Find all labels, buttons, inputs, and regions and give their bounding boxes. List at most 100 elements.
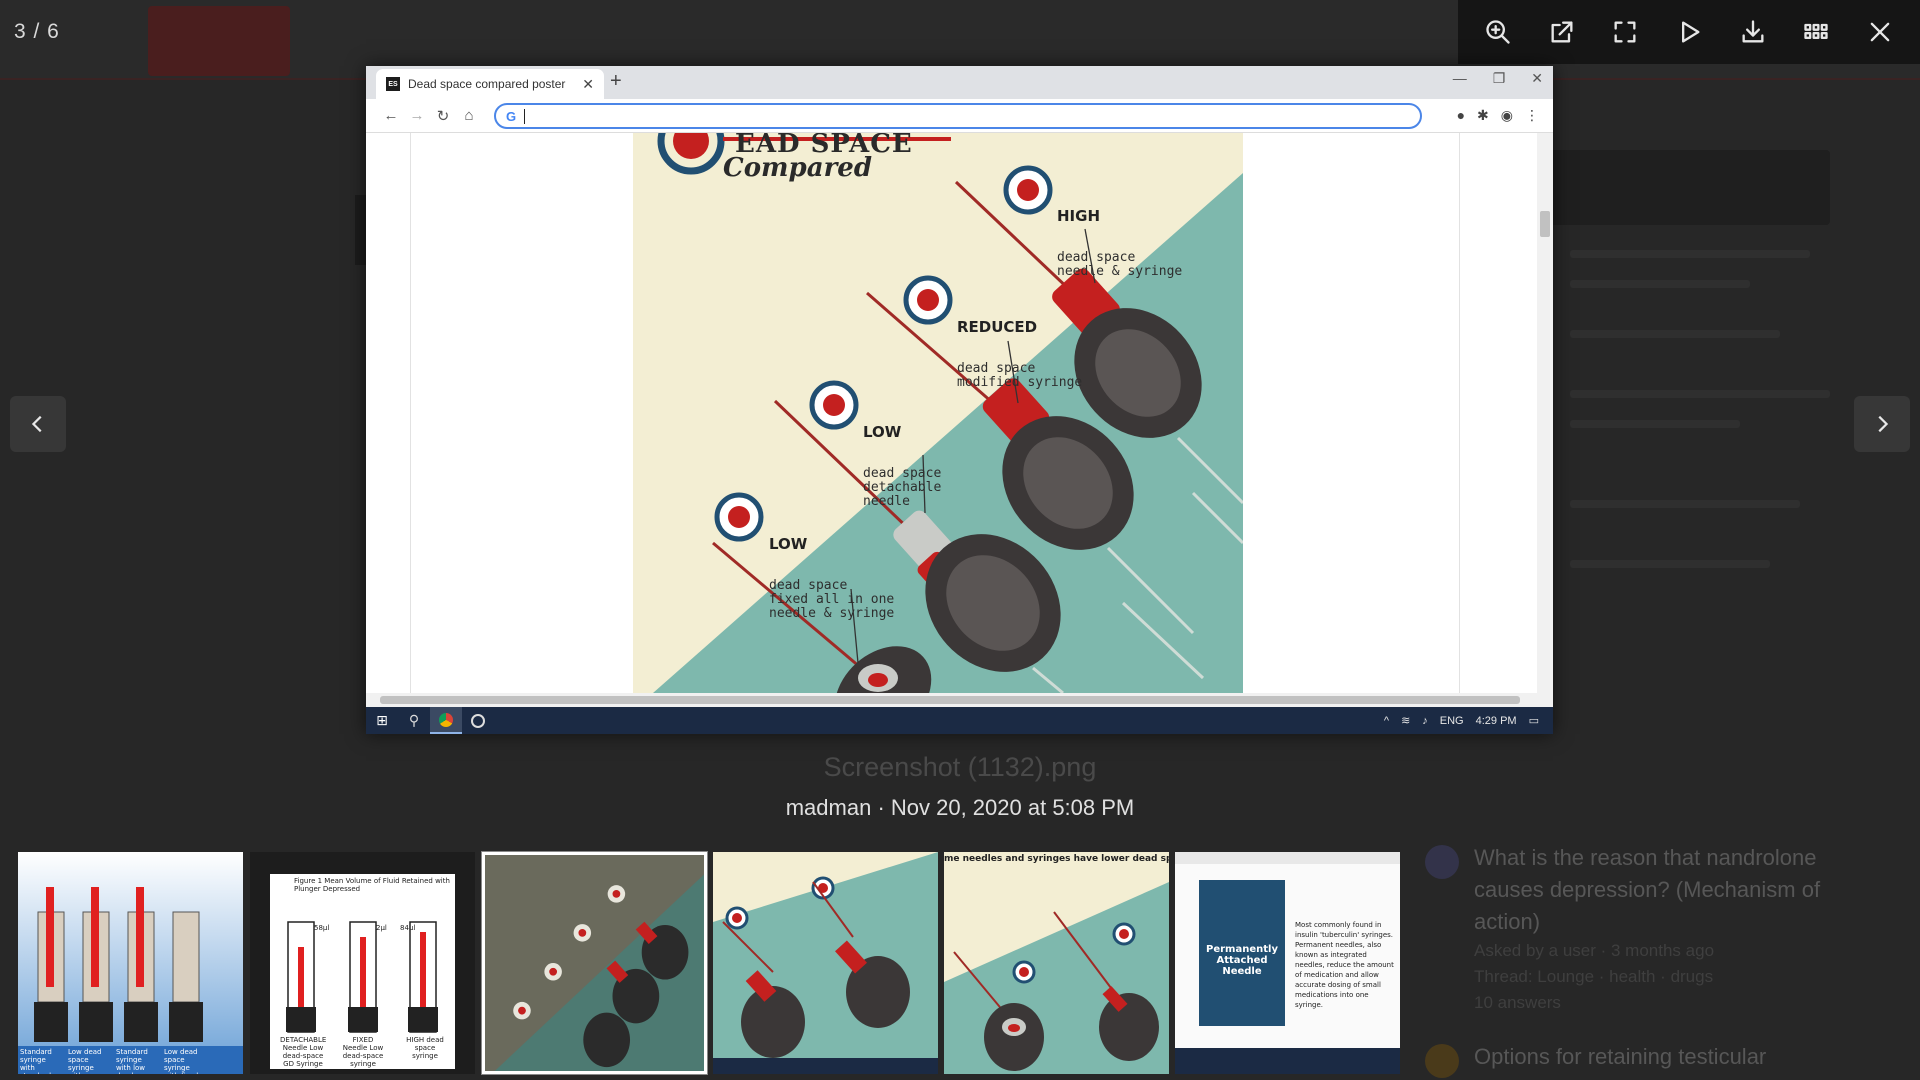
clock: 4:29 PM xyxy=(1475,714,1517,727)
image-counter: 3 / 6 xyxy=(14,20,60,43)
browser-extensions: ● ✱ ◉ ⋮ xyxy=(1457,107,1539,124)
address-input xyxy=(524,108,1405,124)
target-low-detachable xyxy=(809,380,859,430)
background-line xyxy=(1570,330,1780,338)
thumbnail-3[interactable] xyxy=(482,852,707,1074)
background-red-button xyxy=(148,6,290,76)
puzzle-icon: ✱ xyxy=(1477,107,1489,123)
close-icon xyxy=(1870,22,1890,42)
windows-taskbar: ⊞ ⚲ ^ ≋ ♪ ENG 4:29 PM ▭ xyxy=(366,707,1553,734)
zoom-in-icon xyxy=(1486,20,1510,44)
background-line xyxy=(1570,280,1750,288)
thumbnail-4[interactable] xyxy=(713,852,938,1074)
external-link-icon xyxy=(1551,21,1573,43)
thumbnail-label: Low dead space syringe with standard nee… xyxy=(68,1048,102,1074)
thumbnail-6[interactable]: Permanently Attached Needle Most commonl… xyxy=(1175,852,1400,1074)
fullscreen-icon xyxy=(1614,21,1636,43)
thumbnail-strip: Standard syringe with standard needle Lo… xyxy=(0,848,1420,1080)
notifications-icon: ▭ xyxy=(1528,715,1539,727)
windows-start-icon: ⊞ xyxy=(376,712,388,728)
thumbnail-label: Low dead space syringe with fixed needle xyxy=(164,1048,198,1074)
avatar xyxy=(1425,845,1459,879)
app-icon xyxy=(462,707,494,734)
minimize-icon: — xyxy=(1452,70,1467,86)
poster-label-reduced: REDUCED dead space modified syringe xyxy=(957,292,1082,418)
syringe-comparison-artwork xyxy=(18,852,243,1074)
back-icon: ← xyxy=(383,107,399,124)
close-button[interactable] xyxy=(1854,6,1906,58)
language-indicator: ENG xyxy=(1439,714,1464,727)
thumbnail-5[interactable]: me needles and syringes have lower dead … xyxy=(944,852,1169,1074)
thumbnail-value: 58µl xyxy=(314,924,330,932)
browser-tab-bar: ES Dead space compared poster ✕ + — ❐ ✕ xyxy=(366,66,1553,99)
volume-icon: ♪ xyxy=(1422,714,1428,727)
viewer-toolbar xyxy=(1458,0,1920,64)
poster-label-high: HIGH dead space needle & syringe xyxy=(1057,181,1182,307)
window-close-icon: ✕ xyxy=(1531,70,1543,86)
thumbnail-banner: me needles and syringes have lower dead … xyxy=(944,854,1169,864)
thumbnail-label: DETACHABLE Needle Low dead-space GD Syri… xyxy=(280,1036,327,1068)
poster-label-text: dead space fixed all in one needle & syr… xyxy=(769,578,895,621)
target-reduced xyxy=(903,275,953,325)
next-image-button[interactable] xyxy=(1854,396,1910,452)
extension-icon: ● xyxy=(1456,107,1466,123)
grid-icon xyxy=(1804,23,1829,39)
background-question: What is the reason that nandrolone cause… xyxy=(1474,842,1834,1016)
thumbnail-label: Standard syringe with standard needle xyxy=(20,1048,52,1074)
reload-icon: ↻ xyxy=(436,107,450,125)
poster-crop-artwork xyxy=(713,852,938,1074)
target-low-fixed xyxy=(714,492,764,542)
wifi-icon: ≋ xyxy=(1401,715,1411,727)
thumbnail-figure-title: Figure 1 Mean Volume of Fluid Retained w… xyxy=(294,877,450,893)
horizontal-scrollbar xyxy=(366,693,1553,707)
download-button[interactable] xyxy=(1727,6,1779,58)
dead-space-poster-thumb xyxy=(485,855,704,1071)
thumbnail-box-title: Permanently Attached Needle xyxy=(1206,944,1278,977)
profile-icon: ◉ xyxy=(1500,107,1513,123)
tab-close-icon: ✕ xyxy=(582,75,594,92)
image-metadata: madman · Nov 20, 2020 at 5:08 PM xyxy=(785,795,1135,820)
open-in-new-window-button[interactable] xyxy=(1536,6,1588,58)
download-icon xyxy=(1742,20,1764,43)
thumbnail-label: HIGH dead space syringe xyxy=(406,1036,444,1060)
background-question-meta: Thread: Lounge · health · drugs xyxy=(1474,967,1714,986)
chrome-app-icon xyxy=(430,707,462,734)
menu-icon: ⋮ xyxy=(1525,107,1539,123)
grid-view-button[interactable] xyxy=(1790,6,1842,58)
new-tab-icon: + xyxy=(610,70,622,92)
thumbnail-2[interactable]: Figure 1 Mean Volume of Fluid Retained w… xyxy=(250,852,475,1074)
target-high xyxy=(1003,165,1053,215)
poster-label-text: dead space detachable needle xyxy=(863,466,942,509)
poster-label-text: dead space needle & syringe xyxy=(1057,250,1183,279)
chevron-right-icon xyxy=(1878,415,1889,433)
avatar xyxy=(1425,1044,1459,1078)
dead-space-poster: EAD SPACE Compared HIGH dead space needl… xyxy=(633,133,1243,693)
forward-icon: → xyxy=(409,107,425,124)
background-line xyxy=(1570,560,1770,568)
thumbnail-body-text: Most commonly found in insulin 'tubercul… xyxy=(1295,921,1394,1009)
background-question-meta: Asked by a user · 3 months ago xyxy=(1474,941,1715,960)
restore-icon: ❐ xyxy=(1492,70,1506,86)
vertical-scrollbar xyxy=(1537,133,1553,693)
poster-label-low-fixed: LOW dead space fixed all in one needle &… xyxy=(769,509,894,649)
previous-image-button[interactable] xyxy=(10,396,66,452)
tab-favicon: ES xyxy=(386,77,400,91)
main-image[interactable]: ES Dead space compared poster ✕ + — ❐ ✕ … xyxy=(366,66,1553,734)
scrollbar-thumb xyxy=(1540,211,1550,237)
home-icon: ⌂ xyxy=(464,107,474,124)
browser-toolbar: ← → ↻ ⌂ G ● ✱ ◉ ⋮ xyxy=(366,99,1553,133)
taskbar-search-icon: ⚲ xyxy=(408,712,420,728)
scrollbar-thumb xyxy=(380,696,1520,704)
image-filename: Screenshot (1132).png xyxy=(823,752,1097,782)
thumbnail-1[interactable]: Standard syringe with standard needle Lo… xyxy=(18,852,243,1074)
thumbnail-value: 2µl xyxy=(376,924,387,932)
browser-tab: ES Dead space compared poster ✕ xyxy=(376,69,604,99)
slideshow-button[interactable] xyxy=(1663,6,1715,58)
zoom-in-button[interactable] xyxy=(1472,6,1524,58)
poster-title: EAD SPACE Compared xyxy=(663,133,913,183)
thumbnail-value: 84µl xyxy=(400,924,416,932)
fullscreen-button[interactable] xyxy=(1599,6,1651,58)
address-bar: G xyxy=(494,103,1422,129)
play-icon xyxy=(1681,21,1700,43)
system-tray: ^ ≋ ♪ ENG 4:29 PM ▭ xyxy=(1384,707,1539,734)
